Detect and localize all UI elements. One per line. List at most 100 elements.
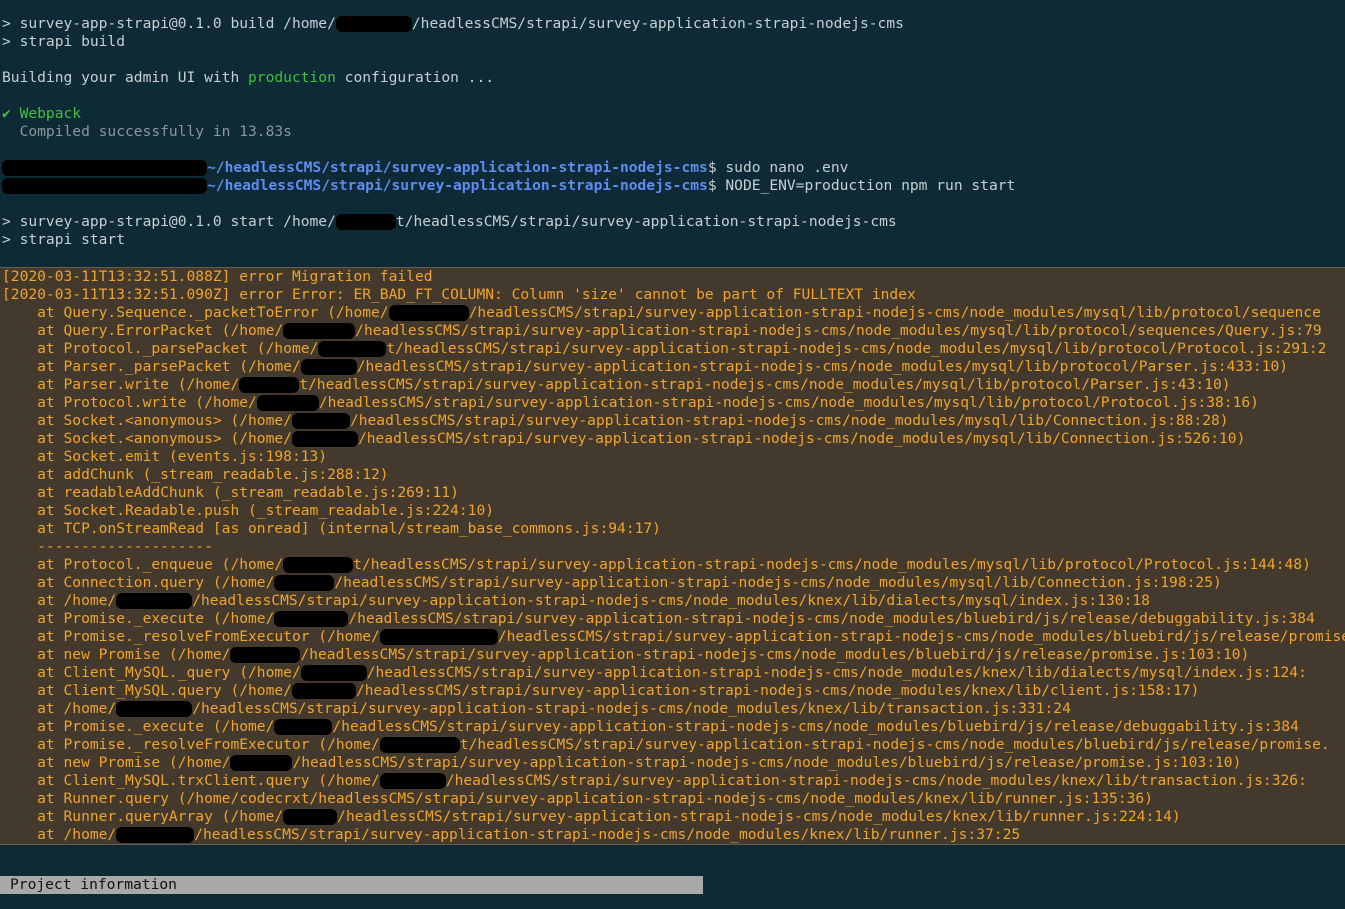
redacted-username [379, 737, 460, 753]
redacted-username [283, 809, 338, 825]
stack-frame-text: at Protocol._parsePacket (/home/ [2, 340, 319, 357]
redacted-username [291, 683, 356, 699]
redacted-username [256, 395, 319, 411]
redacted-user-host [2, 178, 207, 194]
stack-trace-line: at Promise._execute (/home/ /headlessCMS/… [0, 718, 1345, 736]
stack-frame-path: /headlessCMS/strapi/survey-application-s… [332, 718, 1299, 735]
stack-trace-line: at Query.ErrorPacket (/home/ /headlessCMS… [0, 322, 1345, 340]
redacted-username [283, 323, 356, 339]
stack-frame-path: /headlessCMS/strapi/survey-application-s… [318, 394, 1259, 411]
stack-trace-line: at Protocol._enqueue (/home/t/headlessCM… [0, 556, 1345, 574]
start-command-line-2: > strapi start [2, 231, 126, 248]
stack-trace-line: -------------------- [0, 538, 1345, 556]
stack-frame-text: at Runner.queryArray (/home/ [2, 808, 284, 825]
stack-frame-text: at Socket.<anonymous> (/home/ [2, 412, 292, 429]
redacted-username [239, 377, 300, 393]
stack-trace-line: at new Promise (/home/ /headlessCMS/strap… [0, 646, 1345, 664]
redacted-username [274, 719, 333, 735]
stack-frame-text: at new Promise (/home/ [2, 754, 231, 771]
terminal-window[interactable]: > survey-app-strapi@0.1.0 build /home//h… [0, 15, 1345, 909]
stack-frame-text: at Client_MySQL.trxClient.query (/home/ [2, 772, 380, 789]
stack-trace-line: at Query.Sequence._packetToError (/home/… [0, 304, 1345, 322]
stack-frame-text: at Parser._parsePacket (/home/ [2, 358, 301, 375]
redacted-username [274, 611, 349, 627]
error-output: [2020-03-11T13:32:51.088Z] error Migrati… [0, 267, 1345, 845]
stack-frame-text: at Promise._resolveFromExecutor (/home/ [2, 628, 380, 645]
stack-frame-path: /headlessCMS/strapi/survey-application-s… [497, 628, 1345, 645]
redacted-username [300, 359, 357, 375]
redacted-username [335, 16, 412, 32]
error-line: [2020-03-11T13:32:51.088Z] error Migrati… [2, 268, 433, 285]
stack-frame-path: /headlessCMS/strapi/survey-application-s… [357, 430, 1246, 447]
stack-trace-line: at Socket.<anonymous> (/home/ /headlessCM… [0, 412, 1345, 430]
redacted-username [283, 557, 354, 573]
redacted-username [300, 665, 367, 681]
stack-frame-text: -------------------- [2, 538, 213, 555]
stack-frame-text: at Promise._resolveFromExecutor (/home/ [2, 736, 380, 753]
stack-trace-line: at Client_MySQL.trxClient.query (/home/ /… [0, 772, 1345, 790]
prompt-line: ~/headlessCMS/strapi/survey-application-… [0, 177, 1345, 195]
stack-frame-path: t/headlessCMS/strapi/survey-application-… [353, 556, 1311, 573]
start-command-line: > survey-app-strapi@0.1.0 start /home/t/… [2, 213, 897, 230]
stack-trace: at Query.Sequence._packetToError (/home/… [0, 304, 1345, 844]
build-command-line-2: > strapi build [2, 33, 126, 50]
stack-trace-line: at /home/ /headlessCMS/strapi/survey-appl… [0, 826, 1345, 844]
redacted-username [291, 413, 350, 429]
redacted-username [379, 773, 446, 789]
stack-trace-line: at Parser.write (/home/t/headlessCMS/str… [0, 376, 1345, 394]
redacted-username [291, 431, 358, 447]
stack-frame-text: at Promise._execute (/home/ [2, 610, 275, 627]
stack-trace-line: at addChunk (_stream_readable.js:288:12) [0, 466, 1345, 484]
stack-frame-path: /headlessCMS/strapi/survey-application-s… [468, 304, 1321, 321]
stack-frame-text: at readableAddChunk (_stream_readable.js… [2, 484, 459, 501]
building-line: Building your admin UI with production c… [2, 69, 495, 86]
stack-frame-text: at /home/ [2, 700, 117, 717]
stack-frame-path: /headlessCMS/strapi/survey-application-s… [337, 808, 1181, 825]
redacted-username [318, 341, 387, 357]
stack-frame-path: /headlessCMS/strapi/survey-application-s… [445, 772, 1307, 789]
stack-trace-line: at Client_MySQL._query (/home/ /headlessC… [0, 664, 1345, 682]
stack-frame-text: at Protocol.write (/home/ [2, 394, 257, 411]
redacted-username [230, 647, 301, 663]
build-command-line: > survey-app-strapi@0.1.0 build /home//h… [2, 15, 904, 32]
stack-frame-text: at Query.Sequence._packetToError (/home/ [2, 304, 389, 321]
stack-trace-line: at readableAddChunk (_stream_readable.js… [0, 484, 1345, 502]
stack-frame-text: at Socket.Readable.push (_stream_readabl… [2, 502, 495, 519]
stack-trace-line: at Protocol._parsePacket (/home/t/headle… [0, 340, 1345, 358]
stack-frame-text: at /home/ [2, 592, 117, 609]
stack-trace-line: at Connection.query (/home/ /headlessCMS/… [0, 574, 1345, 592]
stack-trace-line: at Parser._parsePacket (/home/ /headlessC… [0, 358, 1345, 376]
stack-trace-line: at Client_MySQL.query (/home/ /headlessCM… [0, 682, 1345, 700]
stack-trace-line: at Runner.queryArray (/home/ /headlessCMS… [0, 808, 1345, 826]
stack-trace-line: at /home/ /headlessCMS/strapi/survey-appl… [0, 700, 1345, 718]
stack-frame-text: at Connection.query (/home/ [2, 574, 275, 591]
stack-trace-line: at Socket.<anonymous> (/home/ /headlessCM… [0, 430, 1345, 448]
stack-frame-text: at /home/ [2, 826, 117, 843]
stack-trace-line: at Promise._execute (/home/ /headlessCMS/… [0, 610, 1345, 628]
redacted-username [274, 575, 335, 591]
stack-frame-path: /headlessCMS/strapi/survey-application-s… [355, 322, 1322, 339]
stack-frame-text: at addChunk (_stream_readable.js:288:12) [2, 466, 389, 483]
stack-frame-text: at Socket.emit (events.js:198:13) [2, 448, 328, 465]
stack-frame-text: at Query.ErrorPacket (/home/ [2, 322, 284, 339]
redacted-username [379, 629, 498, 645]
stack-frame-text: at TCP.onStreamRead [as onread] (interna… [2, 520, 661, 537]
stack-frame-text: at Client_MySQL.query (/home/ [2, 682, 292, 699]
stack-frame-path: /headlessCMS/strapi/survey-application-s… [355, 682, 1200, 699]
stack-frame-path: /headlessCMS/strapi/survey-application-s… [348, 610, 1315, 627]
stack-frame-path: /headlessCMS/strapi/survey-application-s… [292, 754, 1242, 771]
compiled-status: Compiled successfully in 13.83s [2, 123, 292, 140]
stack-frame-path: t/headlessCMS/strapi/survey-application-… [459, 736, 1330, 753]
stack-trace-line: at new Promise (/home/ /headlessCMS/strap… [0, 754, 1345, 772]
redacted-username [116, 827, 195, 843]
stack-trace-line: at Socket.Readable.push (_stream_readabl… [0, 502, 1345, 520]
stack-frame-text: at new Promise (/home/ [2, 646, 231, 663]
stack-frame-text: at Protocol._enqueue (/home/ [2, 556, 284, 573]
stack-frame-path: t/headlessCMS/strapi/survey-application-… [386, 340, 1327, 357]
stack-frame-path: /headlessCMS/strapi/survey-application-s… [300, 646, 1250, 663]
